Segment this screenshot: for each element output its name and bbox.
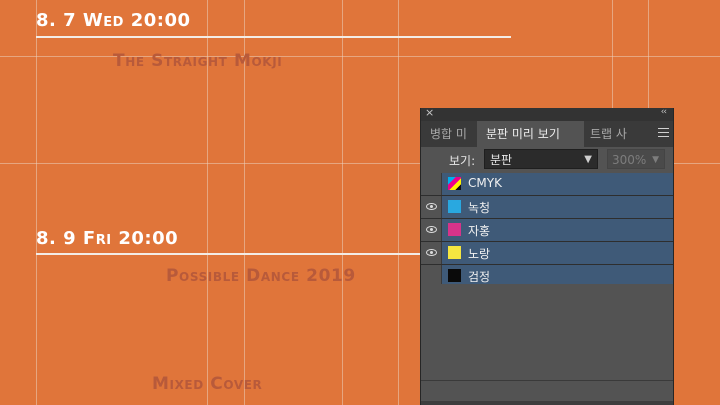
event1-title: The Straight Mokji [113,51,283,71]
date-rule [36,253,420,255]
event2-title: Possible Dance 2019 [166,266,356,286]
separation-label: 자홍 [468,224,491,238]
tab-separations-preview[interactable]: 분판 미리 보기 [477,121,584,147]
panel-menu-icon[interactable] [658,128,669,140]
panel-resize-handle[interactable] [421,401,673,405]
guide-line [0,56,720,57]
separation-label: 노랑 [468,247,491,261]
eye-icon [426,203,437,210]
color-swatch [448,269,461,282]
color-swatch [448,223,461,236]
view-select-value: 분판 [490,153,513,167]
panel-tabs: 병합 미 분판 미리 보기 트랩 사 [421,121,673,147]
visibility-toggle[interactable] [421,242,442,264]
visibility-toggle[interactable] [421,196,442,218]
color-swatch [448,246,461,259]
chevron-down-icon: ▼ [584,154,592,165]
panel-empty-area [421,284,673,381]
separation-row-yellow[interactable]: 노랑 [421,242,673,265]
separation-label: 검정 [468,270,491,284]
event2-date: 8. 9 Fri 20:00 [36,228,179,249]
cmyk-swatch [448,177,461,190]
visibility-toggle[interactable] [421,219,442,241]
tab-flattener-preview[interactable]: 병합 미 [421,121,485,147]
collapse-icon[interactable]: ‹‹ [661,107,667,117]
tab-trap-presets[interactable]: 트랩 사 [581,121,651,147]
view-options-row: 보기: 분판 ▼ 300% ▼ [421,147,673,173]
close-icon[interactable]: × [425,106,434,119]
date-rule [36,36,511,38]
panel-titlebar[interactable]: × ‹‹ [421,106,673,121]
view-select[interactable]: 분판 ▼ [484,149,598,169]
separations-list: CMYK 녹청 자홍 노랑 검정 [421,173,673,288]
event1-date: 8. 7 Wed 20:00 [36,10,191,31]
guide-line [342,0,343,405]
color-swatch [448,200,461,213]
chevron-down-icon: ▼ [652,155,659,165]
separation-label: 녹청 [468,201,491,215]
zoom-value: 300% [612,153,647,167]
eye-icon [426,226,437,233]
eye-icon [426,249,437,256]
separation-label: CMYK [468,176,502,190]
event3-title: Mixed Cover [152,374,263,394]
separation-row-cmyk[interactable]: CMYK [421,173,673,196]
visibility-toggle[interactable] [421,173,442,195]
guide-line [36,0,37,405]
separation-row-magenta[interactable]: 자홍 [421,219,673,242]
zoom-select[interactable]: 300% ▼ [607,149,665,169]
view-label: 보기: [449,154,476,168]
guide-line [398,0,399,405]
separation-row-cyan[interactable]: 녹청 [421,196,673,219]
separations-preview-panel: × ‹‹ 병합 미 분판 미리 보기 트랩 사 보기: 분판 ▼ 300% ▼ … [420,106,674,405]
